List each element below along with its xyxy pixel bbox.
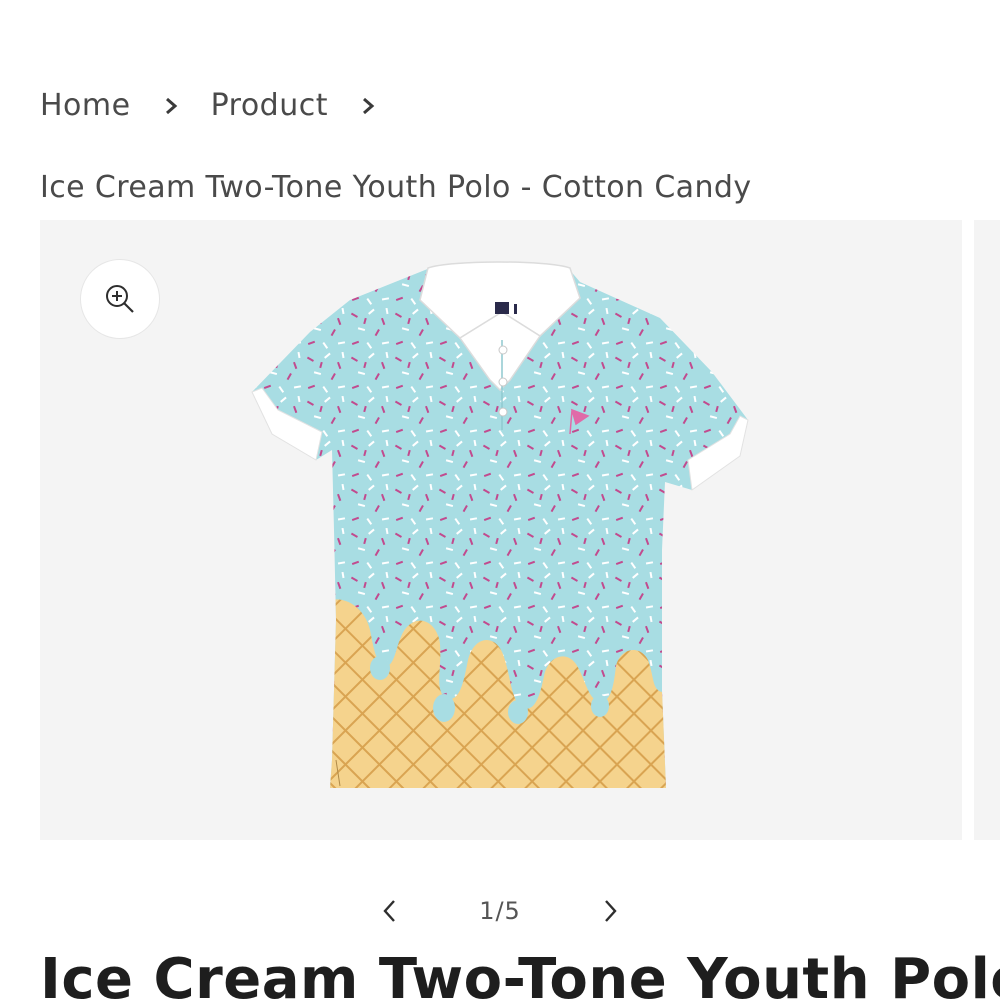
product-page: Home Product Ice Cream Two-Tone Youth Po… [0, 0, 1000, 1000]
chevron-right-icon [363, 97, 375, 114]
chevron-left-icon [383, 900, 395, 922]
breadcrumb-home-link[interactable]: Home [40, 88, 131, 123]
product-title: Ice Cream Two-Tone Youth Polo [40, 947, 1000, 1000]
zoom-button[interactable] [80, 259, 160, 339]
zoom-in-icon [106, 285, 134, 313]
product-gallery[interactable] [40, 220, 962, 840]
chevron-right-icon [165, 97, 177, 114]
next-slide-button[interactable] [590, 888, 630, 934]
breadcrumb-product-link[interactable]: Product [211, 88, 328, 123]
slide-counter: 1/5 [479, 897, 521, 925]
chevron-right-icon [605, 900, 617, 922]
next-slide-preview[interactable] [974, 220, 1000, 840]
previous-slide-button[interactable] [370, 888, 410, 934]
product-image[interactable] [40, 220, 962, 840]
gallery-pagination: 1/5 [370, 888, 630, 934]
product-subtitle: Ice Cream Two-Tone Youth Polo - Cotton C… [40, 170, 752, 205]
breadcrumb: Home Product [40, 88, 408, 123]
